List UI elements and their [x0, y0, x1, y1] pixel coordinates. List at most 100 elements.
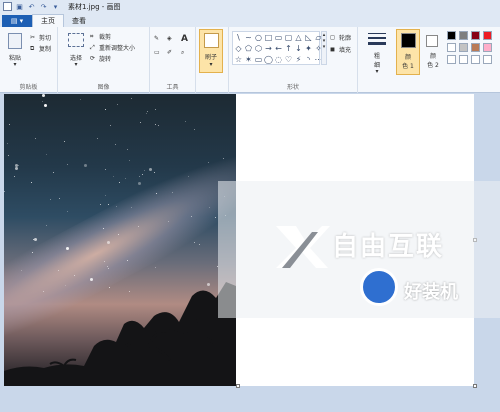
star — [185, 121, 186, 122]
rotate-button[interactable]: ⟳ 旋转 — [90, 54, 111, 63]
shape-option-icon[interactable]: ⬠ — [244, 44, 253, 54]
palette-swatch[interactable] — [459, 31, 468, 40]
file-menu-button[interactable]: ▤ ▾ — [2, 15, 32, 27]
palette-swatch[interactable] — [483, 31, 492, 40]
star — [59, 198, 60, 199]
palette-swatch[interactable] — [471, 55, 480, 64]
shape-option-icon[interactable]: ⚡ — [294, 55, 303, 65]
palette-swatch[interactable] — [459, 43, 468, 52]
shape-option-icon[interactable]: ✶ — [244, 55, 253, 65]
shapes-scroll[interactable]: ▴ ▾ ▾ — [321, 31, 327, 65]
customize-icon[interactable]: ▾ — [51, 2, 60, 11]
shape-option-icon[interactable]: ◺ — [304, 33, 313, 43]
star — [194, 242, 195, 243]
palette-swatch[interactable] — [483, 43, 492, 52]
shape-option-icon[interactable]: ← — [274, 44, 283, 54]
star — [107, 241, 110, 244]
star — [8, 155, 9, 156]
resize-handle-corner[interactable] — [473, 384, 477, 388]
resize-button[interactable]: ⤢ 重新调整大小 — [90, 43, 135, 52]
text-tool[interactable]: A — [181, 34, 188, 44]
star — [147, 111, 148, 112]
shape-option-icon[interactable]: ▢ — [284, 33, 293, 43]
shape-option-icon[interactable]: △ — [294, 33, 303, 43]
star — [108, 204, 109, 205]
star — [131, 207, 132, 208]
brand2-logo-icon — [360, 268, 398, 306]
magnifier-tool[interactable]: ⌕ — [181, 49, 184, 57]
palette-swatch[interactable] — [447, 43, 456, 52]
brushes-dropdown-icon: ▾ — [209, 61, 213, 68]
shape-option-icon[interactable]: ◌ — [274, 55, 283, 65]
outline-label: 轮廓 — [339, 35, 352, 42]
shape-option-icon[interactable]: ♡ — [284, 55, 293, 65]
star — [125, 178, 126, 179]
star — [138, 182, 141, 185]
tab-view[interactable]: 查看 — [64, 14, 94, 27]
color1-button[interactable]: 颜 色 1 — [396, 29, 420, 75]
shape-option-icon[interactable]: □ — [264, 33, 273, 43]
shape-option-icon[interactable]: ◝ — [304, 55, 313, 65]
star — [105, 169, 106, 170]
select-dropdown-icon[interactable]: ▾ — [64, 61, 88, 68]
tab-home[interactable]: 主页 — [32, 14, 64, 27]
star — [50, 199, 51, 200]
shape-option-icon[interactable]: ▭ — [254, 55, 263, 65]
star — [146, 113, 147, 114]
shape-option-icon[interactable]: ↑ — [284, 44, 293, 54]
star — [154, 172, 155, 173]
copy-button[interactable]: ⧉ 复制 — [30, 44, 51, 53]
star — [42, 101, 43, 102]
save-icon[interactable]: ▣ — [15, 2, 24, 11]
app-icon[interactable] — [3, 2, 12, 11]
shape-option-icon[interactable]: ○ — [254, 33, 263, 43]
palette-swatch[interactable] — [459, 55, 468, 64]
shape-option-icon[interactable]: ✦ — [304, 44, 313, 54]
fill-tool[interactable]: ◈ — [167, 35, 172, 42]
eraser-icon: ▭ — [154, 49, 160, 56]
line-thin — [368, 33, 386, 34]
shape-option-icon[interactable]: ↓ — [294, 44, 303, 54]
shape-option-icon[interactable]: ◇ — [234, 44, 243, 54]
star — [129, 160, 130, 161]
paste-icon[interactable] — [8, 33, 22, 49]
shape-option-icon[interactable]: ▭ — [274, 33, 283, 43]
palette-swatch[interactable] — [471, 43, 480, 52]
color-picker-tool[interactable]: ✐ — [167, 49, 172, 56]
resize-handle-bottom[interactable] — [236, 384, 240, 388]
shape-option-icon[interactable]: ☆ — [234, 55, 243, 65]
star — [138, 226, 139, 227]
shapes-gallery[interactable]: \ ~ ○ □ ▭ ▢ △ ◺ ▱ ◇ ⬠ ⬡ → ← ↑ ↓ ✦ ✧ ☆ ✶ ▭ ◯ ◌ ♡ ⚡ ◝ ⋯ — [232, 31, 323, 65]
star — [209, 207, 210, 208]
shape-option-icon[interactable]: ⬡ — [254, 44, 263, 54]
redo-icon[interactable]: ↷ — [39, 2, 48, 11]
palette-swatch[interactable] — [471, 31, 480, 40]
pencil-tool[interactable]: ✎ — [154, 35, 159, 42]
shape-option-icon[interactable]: \ — [234, 33, 243, 43]
palette-swatch[interactable] — [447, 55, 456, 64]
eyedropper-icon: ✐ — [167, 49, 173, 56]
palette-swatch[interactable] — [447, 31, 456, 40]
brushes-button[interactable]: 刷子 ▾ — [199, 29, 223, 73]
star — [46, 154, 47, 155]
select-icon[interactable] — [68, 33, 84, 47]
shape-option-icon[interactable]: ~ — [244, 33, 253, 43]
outline-button[interactable]: ◻ 轮廓 — [330, 33, 351, 42]
tools-group: ✎ ◈ A ▭ ✐ ⌕ 工具 — [150, 27, 196, 93]
star — [127, 260, 128, 261]
shape-option-icon[interactable]: → — [264, 44, 273, 54]
star — [188, 176, 189, 177]
eraser-tool[interactable]: ▭ — [154, 49, 160, 56]
cut-button[interactable]: ✂ 剪切 — [30, 33, 51, 42]
paste-dropdown-icon[interactable]: ▾ — [4, 61, 26, 68]
undo-icon[interactable]: ↶ — [27, 2, 36, 11]
star — [172, 192, 173, 193]
crop-button[interactable]: ⌗ 裁剪 — [90, 32, 111, 41]
palette-swatch[interactable] — [483, 55, 492, 64]
fill-button[interactable]: ◼ 填充 — [330, 45, 351, 54]
star — [104, 261, 105, 262]
size-button[interactable]: 粗 细 ▾ — [364, 31, 390, 75]
star — [155, 124, 156, 125]
shape-option-icon[interactable]: ◯ — [264, 55, 273, 65]
color2-button[interactable]: 颜 色 2 — [423, 29, 443, 75]
